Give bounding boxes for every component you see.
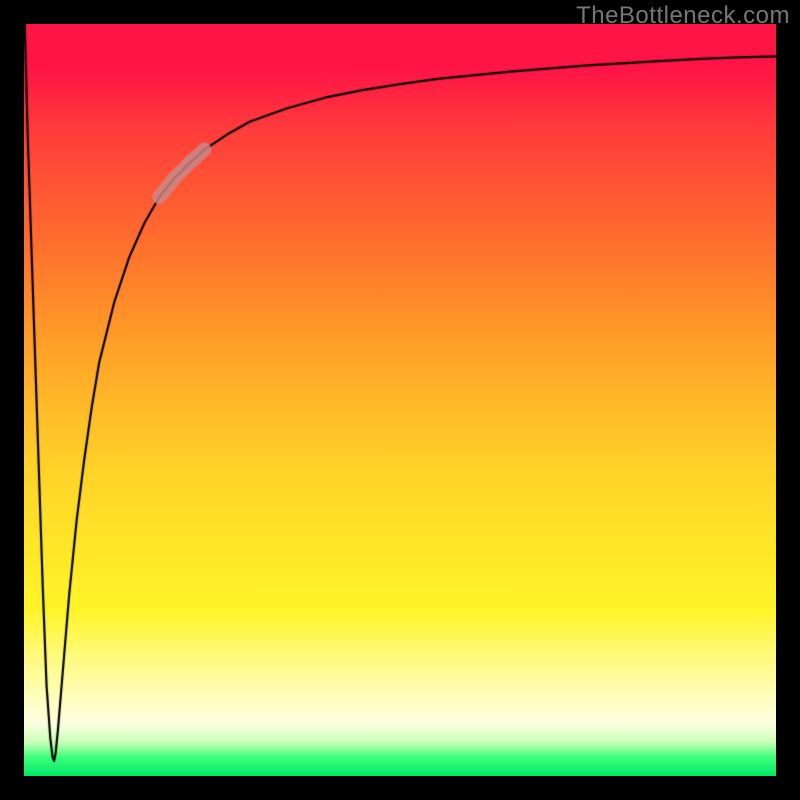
- watermark: TheBottleneck.com: [576, 2, 790, 30]
- chart-plot-area: [24, 24, 776, 776]
- chart-curve: [24, 24, 776, 776]
